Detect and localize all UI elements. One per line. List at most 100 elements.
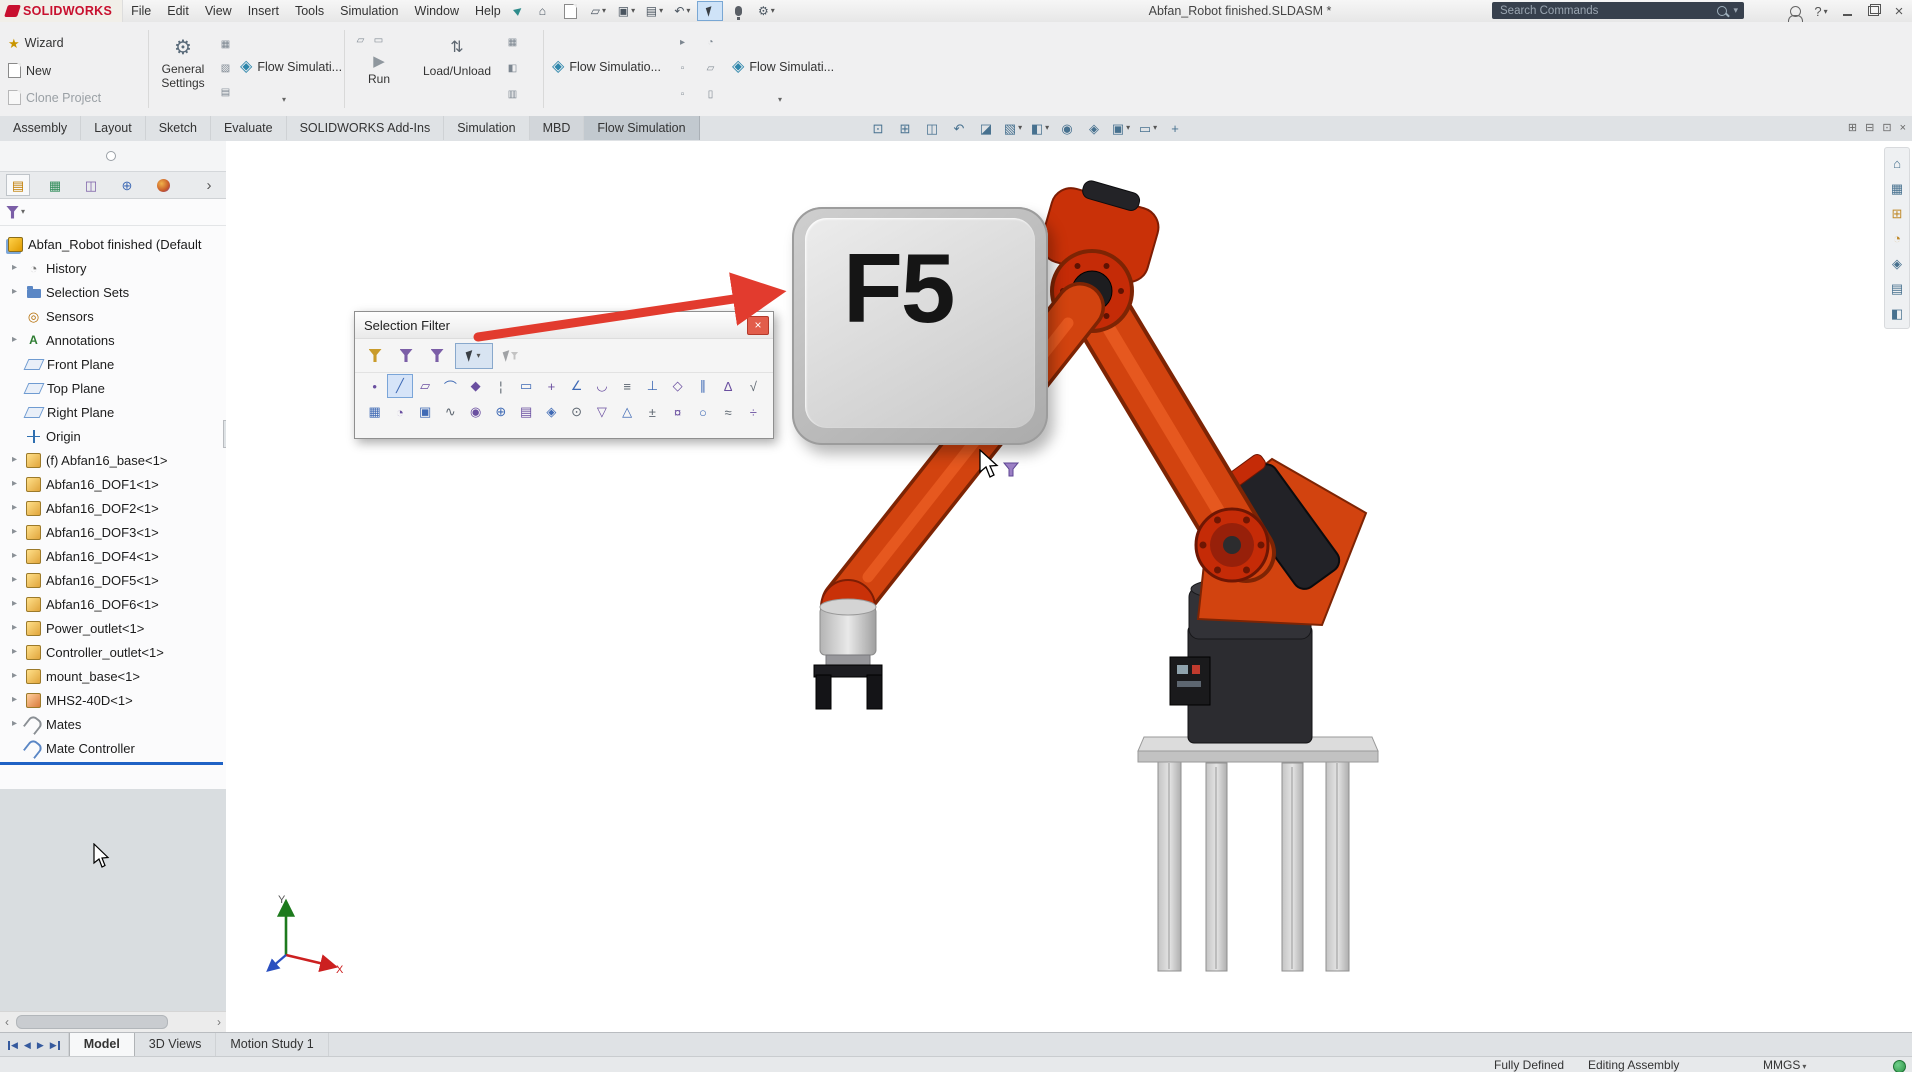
load-unload-button[interactable]: Load/Unload	[415, 40, 499, 78]
home-icon[interactable]	[529, 1, 555, 21]
jump-to-end-icon[interactable]	[50, 1041, 60, 1050]
selection-filter-close-button[interactable]: ×	[747, 316, 769, 335]
expander-icon[interactable]	[8, 455, 21, 465]
filter-tables-icon[interactable]: ≈	[716, 400, 741, 424]
expander-icon[interactable]	[8, 647, 21, 657]
menu-window[interactable]: Window	[407, 1, 467, 21]
menu-file[interactable]: File	[123, 1, 159, 21]
print-icon[interactable]	[641, 1, 667, 21]
filter-faces-icon[interactable]: ▱	[413, 374, 438, 398]
mini-tool-icon[interactable]	[219, 38, 232, 51]
zoom-fit-icon[interactable]	[866, 118, 890, 138]
propertymanager-icon[interactable]	[44, 175, 66, 195]
expander-icon[interactable]	[8, 263, 21, 273]
panel-horizontal-scrollbar[interactable]	[0, 1011, 226, 1032]
configurationmanager-icon[interactable]	[80, 175, 102, 195]
dimxpertmanager-icon[interactable]	[116, 175, 138, 195]
tab-motion-study[interactable]: Motion Study 1	[216, 1033, 328, 1057]
expander-icon[interactable]	[8, 575, 21, 585]
tree-item-component[interactable]: MHS2-40D<1>	[0, 688, 226, 712]
invert-selection-icon[interactable]	[424, 343, 450, 369]
tab-model[interactable]: Model	[69, 1033, 135, 1057]
clone-project-button[interactable]: Clone Project	[8, 90, 101, 105]
view-settings-icon[interactable]	[1136, 118, 1160, 138]
tab-evaluate[interactable]: Evaluate	[211, 116, 287, 140]
mini-tool-icon[interactable]	[676, 36, 689, 49]
selection-filter-titlebar[interactable]: Selection Filter ×	[355, 312, 773, 339]
magnified-selection-icon[interactable]	[498, 343, 524, 369]
filter-decals-icon[interactable]: ⊙	[564, 400, 589, 424]
expander-icon[interactable]	[8, 599, 21, 609]
tab-assembly[interactable]: Assembly	[0, 116, 81, 140]
filter-routing-points-icon[interactable]: ◉	[463, 400, 488, 424]
tree-item-origin[interactable]: Origin	[0, 424, 226, 448]
tab-simulation[interactable]: Simulation	[444, 116, 529, 140]
mini-tool-icon[interactable]	[676, 88, 689, 101]
filter-annotations-icon[interactable]: ∥	[690, 374, 715, 398]
filter-components-icon[interactable]: ▣	[413, 400, 438, 424]
expander-icon[interactable]	[8, 527, 21, 537]
tab-mbd[interactable]: MBD	[530, 116, 585, 140]
mini-tool-icon[interactable]	[704, 88, 717, 101]
tree-item-mate-controller[interactable]: Mate Controller	[0, 736, 226, 760]
tree-item-component[interactable]: Abfan16_DOF5<1>	[0, 568, 226, 592]
filter-mesh-icon[interactable]: ¤	[665, 400, 690, 424]
filter-midpoints-icon[interactable]: ◡	[589, 374, 614, 398]
view-orientation-icon[interactable]	[1001, 118, 1025, 138]
filter-cameras-icon[interactable]: △	[615, 400, 640, 424]
filter-coordinate-systems-icon[interactable]: ∆	[716, 374, 741, 398]
mini-tool-icon[interactable]	[506, 62, 519, 75]
tree-item-component[interactable]: (f) Abfan16_base<1>	[0, 448, 226, 472]
filter-structural-members-icon[interactable]: ▤	[514, 400, 539, 424]
tree-item-annotations[interactable]: AAnnotations	[0, 328, 226, 352]
mini-tool-icon[interactable]	[219, 62, 232, 75]
mini-tool-icon[interactable]	[506, 88, 519, 101]
zoom-window-icon[interactable]	[920, 118, 944, 138]
filter-connection-points-icon[interactable]: ⊕	[488, 400, 513, 424]
tab-3d-views[interactable]: 3D Views	[135, 1033, 217, 1057]
flow-simulation-button-1[interactable]: Flow Simulati...	[240, 59, 342, 75]
close-pane-icon[interactable]	[1900, 123, 1906, 134]
filter-sketches-icon[interactable]: ▦	[362, 400, 387, 424]
search-box[interactable]	[1492, 2, 1744, 19]
scrollbar-thumb[interactable]	[16, 1015, 168, 1029]
displaymanager-icon[interactable]	[152, 175, 174, 195]
expander-icon[interactable]	[8, 335, 21, 345]
filter-planes-icon[interactable]: ▭	[514, 374, 539, 398]
tree-item-right-plane[interactable]: Right Plane	[0, 400, 226, 424]
tab-sketch[interactable]: Sketch	[146, 116, 211, 140]
tree-item-sensors[interactable]: Sensors	[0, 304, 226, 328]
open-document-icon[interactable]	[585, 1, 611, 21]
dropdown-caret-icon[interactable]	[778, 96, 782, 104]
featuremanager-tree-icon[interactable]	[6, 174, 30, 196]
dropdown-caret-icon[interactable]	[282, 96, 286, 104]
tree-item-component[interactable]: Controller_outlet<1>	[0, 640, 226, 664]
home-view-icon[interactable]	[1888, 154, 1906, 172]
zoom-window-icon[interactable]	[1888, 204, 1906, 222]
menu-view[interactable]: View	[197, 1, 240, 21]
toggle-selection-filters-icon[interactable]	[393, 343, 419, 369]
minimize-pane-icon[interactable]	[1865, 123, 1874, 134]
filter-simulation-icon[interactable]: ±	[640, 400, 665, 424]
mini-tool-icon[interactable]	[704, 62, 717, 75]
flow-simulation-button-3[interactable]: Flow Simulati...	[732, 59, 834, 75]
menu-insert[interactable]: Insert	[240, 1, 287, 21]
display-panes-icon[interactable]	[1888, 279, 1906, 297]
filter-blocks-icon[interactable]: ○	[690, 400, 715, 424]
tree-item-component[interactable]: Abfan16_DOF3<1>	[0, 520, 226, 544]
graphics-viewport[interactable]: Selection Filter × •╱▱⌒◆¦▭+∠◡≡⊥◇∥∆√ ▦◔▣∿…	[226, 141, 1912, 1032]
select-tool-icon[interactable]	[697, 1, 723, 21]
search-scope-dropdown-icon[interactable]	[1733, 6, 1738, 15]
filter-edges-icon[interactable]: ╱	[387, 374, 412, 398]
isometric-view-icon[interactable]	[1888, 179, 1906, 197]
zoom-area-icon[interactable]	[893, 118, 917, 138]
mini-tool-icon[interactable]	[704, 36, 717, 49]
minimize-button[interactable]	[1834, 1, 1860, 21]
save-icon[interactable]	[613, 1, 639, 21]
filter-sketch-segments-icon[interactable]: ∠	[564, 374, 589, 398]
filter-solid-bodies-icon[interactable]: ◆	[463, 374, 488, 398]
split-pane-icon[interactable]	[1848, 123, 1857, 134]
run-button[interactable]: Run	[354, 54, 404, 86]
new-project-button[interactable]: New	[8, 63, 51, 78]
general-settings-button[interactable]: General Settings	[152, 38, 214, 90]
